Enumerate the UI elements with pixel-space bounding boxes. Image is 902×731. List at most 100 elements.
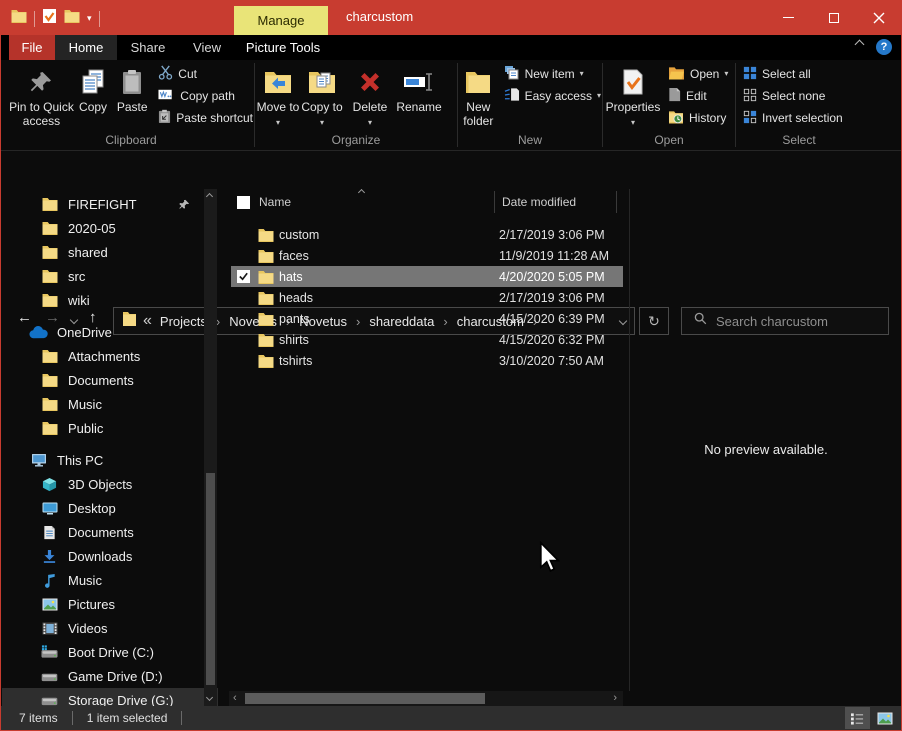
sidebar-item-shared[interactable]: shared bbox=[2, 240, 218, 264]
file-row-hats[interactable]: hats4/20/2020 5:05 PM bbox=[231, 266, 623, 287]
column-header-name[interactable]: Name bbox=[259, 195, 291, 209]
video-icon bbox=[40, 622, 59, 635]
sidebar-item-onedrive[interactable]: OneDrive bbox=[2, 320, 218, 344]
row-checkbox[interactable] bbox=[237, 270, 250, 283]
cut-button[interactable]: Cut bbox=[158, 63, 253, 85]
sidebar-scrollbar-thumb[interactable] bbox=[206, 473, 215, 685]
file-name: shirts bbox=[277, 333, 499, 347]
sidebar-item-downloads[interactable]: Downloads bbox=[2, 544, 218, 568]
folder-icon bbox=[255, 228, 277, 242]
sidebar-item-boot-drive-c[interactable]: Boot Drive (C:) bbox=[2, 640, 218, 664]
file-row-custom[interactable]: custom2/17/2019 3:06 PM bbox=[231, 224, 623, 245]
horizontal-scrollbar[interactable]: ‹ › bbox=[229, 691, 623, 706]
delete-button[interactable]: Delete▾ bbox=[347, 63, 393, 128]
properties-button[interactable]: Properties▾ bbox=[604, 63, 662, 128]
edit-button[interactable]: Edit bbox=[668, 85, 728, 107]
sidebar-item-label: Public bbox=[68, 421, 103, 436]
sidebar-item-src[interactable]: src bbox=[2, 264, 218, 288]
file-row-heads[interactable]: heads2/17/2019 3:06 PM bbox=[231, 287, 623, 308]
sidebar-item-public[interactable]: Public bbox=[2, 416, 218, 440]
easy-access-button[interactable]: Easy access ▾ bbox=[504, 85, 601, 107]
sidebar-item-label: wiki bbox=[68, 293, 90, 308]
new-item-button[interactable]: New item ▾ bbox=[504, 63, 601, 85]
file-row-faces[interactable]: faces11/9/2019 11:28 AM bbox=[231, 245, 623, 266]
folder-properties-icon[interactable] bbox=[11, 9, 27, 28]
sidebar-item-wiki[interactable]: wiki bbox=[2, 288, 218, 312]
folder-icon[interactable] bbox=[64, 9, 80, 28]
invert-selection-button[interactable]: Invert selection bbox=[743, 107, 843, 129]
horizontal-scrollbar-thumb[interactable] bbox=[245, 693, 485, 704]
paste-shortcut-icon bbox=[158, 109, 171, 127]
sidebar-item-this-pc[interactable]: This PC bbox=[2, 448, 218, 472]
sidebar-item-videos[interactable]: Videos bbox=[2, 616, 218, 640]
sidebar-item-label: Videos bbox=[68, 621, 108, 636]
scroll-up-icon[interactable] bbox=[207, 194, 212, 199]
rename-button[interactable]: Rename bbox=[393, 63, 445, 114]
tab-view[interactable]: View bbox=[179, 35, 235, 60]
history-button[interactable]: History bbox=[668, 107, 728, 129]
copy-button[interactable]: Copy bbox=[74, 63, 112, 114]
tab-picture-tools[interactable]: Picture Tools bbox=[235, 35, 331, 60]
paste-shortcut-button[interactable]: Paste shortcut bbox=[158, 107, 253, 129]
checkbox-doc-icon[interactable] bbox=[42, 8, 57, 29]
column-divider[interactable] bbox=[616, 191, 617, 213]
sidebar-scrollbar[interactable] bbox=[204, 189, 217, 706]
sidebar-item-music[interactable]: Music bbox=[2, 392, 218, 416]
file-row-pants[interactable]: pants4/15/2020 6:39 PM bbox=[231, 308, 623, 329]
ribbon: Pin to Quick access Copy Paste Cut bbox=[1, 60, 901, 151]
column-divider[interactable] bbox=[494, 191, 495, 213]
folder-icon bbox=[40, 269, 59, 283]
file-name: pants bbox=[277, 312, 499, 326]
paste-button[interactable]: Paste bbox=[112, 63, 152, 114]
minimize-button[interactable] bbox=[766, 0, 811, 35]
sidebar-item-documents[interactable]: Documents bbox=[2, 368, 218, 392]
sidebar-item-label: Music bbox=[68, 573, 102, 588]
file-list-pane: Name Date modified custom2/17/2019 3:06 … bbox=[231, 189, 623, 691]
status-separator bbox=[181, 711, 182, 725]
sidebar-item-game-drive-d[interactable]: Game Drive (D:) bbox=[2, 664, 218, 688]
sidebar-item-documents[interactable]: Documents bbox=[2, 520, 218, 544]
new-folder-button[interactable]: New folder bbox=[459, 63, 498, 128]
ribbon-group-open: Properties▾ Open ▾ Edit History bbox=[604, 60, 734, 150]
scroll-down-icon[interactable] bbox=[207, 695, 212, 700]
scroll-right-icon[interactable]: › bbox=[613, 692, 617, 704]
select-none-button[interactable]: Select none bbox=[743, 85, 843, 107]
close-button[interactable] bbox=[856, 0, 901, 35]
sidebar-item-storage-drive-g[interactable]: Storage Drive (G:) bbox=[2, 688, 218, 706]
minimize-ribbon-button[interactable] bbox=[856, 41, 865, 50]
sidebar-item-attachments[interactable]: Attachments bbox=[2, 344, 218, 368]
copy-to-icon bbox=[308, 64, 336, 100]
sidebar-item-3d-objects[interactable]: 3D Objects bbox=[2, 472, 218, 496]
sidebar-item-pictures[interactable]: Pictures bbox=[2, 592, 218, 616]
new-folder-icon bbox=[465, 64, 491, 100]
move-to-button[interactable]: Move to ▾ bbox=[256, 63, 300, 128]
tab-share[interactable]: Share bbox=[117, 35, 179, 60]
large-icons-view-button[interactable] bbox=[872, 707, 897, 729]
ribbon-separator bbox=[735, 63, 736, 147]
scroll-left-icon[interactable]: ‹ bbox=[233, 692, 237, 704]
tab-home[interactable]: Home bbox=[55, 35, 117, 60]
file-row-shirts[interactable]: shirts4/15/2020 6:32 PM bbox=[231, 329, 623, 350]
tab-manage[interactable]: Manage bbox=[234, 6, 328, 35]
tab-file[interactable]: File bbox=[9, 35, 55, 60]
file-date-modified: 4/15/2020 6:39 PM bbox=[499, 312, 605, 326]
select-all-button[interactable]: Select all bbox=[743, 63, 843, 85]
help-button[interactable]: ? bbox=[876, 39, 892, 55]
file-row-tshirts[interactable]: tshirts3/10/2020 7:50 AM bbox=[231, 350, 623, 371]
open-button[interactable]: Open ▾ bbox=[668, 63, 728, 85]
pin-to-quick-access-button[interactable]: Pin to Quick access bbox=[9, 63, 74, 128]
copy-path-button[interactable]: Copy path bbox=[158, 85, 253, 107]
copy-to-button[interactable]: Copy to ▾ bbox=[300, 63, 344, 128]
sidebar-item-label: Downloads bbox=[68, 549, 132, 564]
sidebar-item-firefight[interactable]: FIREFIGHT bbox=[2, 192, 218, 216]
qat-dropdown-caret-icon[interactable]: ▾ bbox=[87, 14, 92, 23]
maximize-button[interactable] bbox=[811, 0, 856, 35]
sidebar-item-2020-05[interactable]: 2020-05 bbox=[2, 216, 218, 240]
column-header-date-modified[interactable]: Date modified bbox=[502, 195, 576, 209]
sidebar-item-label: FIREFIGHT bbox=[68, 197, 137, 212]
group-label-open: Open bbox=[604, 133, 734, 150]
select-all-checkbox[interactable] bbox=[237, 196, 250, 209]
sidebar-item-desktop[interactable]: Desktop bbox=[2, 496, 218, 520]
details-view-button[interactable] bbox=[845, 707, 870, 729]
sidebar-item-music[interactable]: Music bbox=[2, 568, 218, 592]
